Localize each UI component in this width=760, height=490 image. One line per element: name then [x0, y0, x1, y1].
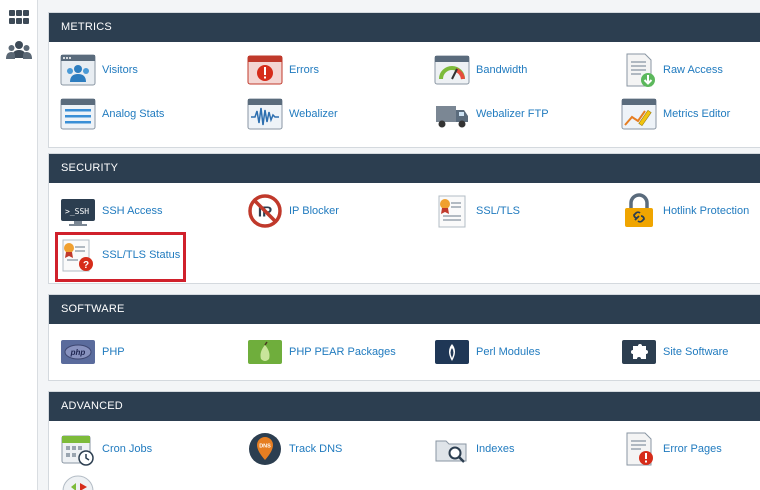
perl-modules-link[interactable]: Perl Modules	[434, 332, 540, 372]
errors-label: Errors	[289, 64, 319, 76]
ssh-access-link[interactable]: >_SSH SSH Access	[60, 191, 163, 231]
error-pages-label: Error Pages	[663, 443, 722, 455]
metrics-editor-icon	[621, 96, 657, 132]
svg-text:?: ?	[83, 260, 89, 271]
visitors-icon	[60, 52, 96, 88]
left-rail	[0, 0, 38, 490]
webalizer-label: Webalizer	[289, 108, 338, 120]
ssh-access-icon: >_SSH	[60, 193, 96, 229]
ip-blocker-link[interactable]: IP IP Blocker	[247, 191, 339, 231]
analog-stats-link[interactable]: Analog Stats	[60, 94, 164, 134]
bandwidth-link[interactable]: Bandwidth	[434, 50, 527, 90]
webalizer-ftp-link[interactable]: Webalizer FTP	[434, 94, 549, 134]
cron-jobs-link[interactable]: Cron Jobs	[60, 429, 152, 469]
error-pages-icon	[621, 431, 657, 467]
php-link[interactable]: php PHP	[60, 332, 125, 372]
users-icon[interactable]	[6, 38, 32, 64]
track-dns-label: Track DNS	[289, 443, 343, 455]
php-label: PHP	[102, 346, 125, 358]
ip-blocker-label: IP Blocker	[289, 205, 339, 217]
partial-next-item[interactable]	[60, 473, 96, 490]
site-software-link[interactable]: Site Software	[621, 332, 728, 372]
ssl-tls-status-icon: ?	[60, 237, 96, 273]
cron-jobs-label: Cron Jobs	[102, 443, 153, 455]
perl-modules-icon	[434, 334, 470, 370]
bandwidth-icon	[434, 52, 470, 88]
errors-link[interactable]: Errors	[247, 50, 319, 90]
raw-access-icon	[621, 52, 657, 88]
webalizer-link[interactable]: Webalizer	[247, 94, 338, 134]
ssl-tls-status-link[interactable]: ? SSL/TLS Status	[60, 235, 180, 275]
security-panel: SECURITY >_SSH SSH Access IP IP Blocker …	[48, 153, 760, 284]
cron-jobs-icon	[60, 431, 96, 467]
indexes-link[interactable]: Indexes	[434, 429, 515, 469]
bandwidth-label: Bandwidth	[476, 64, 528, 76]
ip-blocker-icon: IP	[247, 193, 283, 229]
visitors-link[interactable]: Visitors	[60, 50, 138, 90]
raw-access-label: Raw Access	[663, 64, 723, 76]
ssh-icon-text: >_SSH	[65, 207, 89, 216]
metrics-panel-header: METRICS	[49, 13, 760, 42]
webalizer-ftp-label: Webalizer FTP	[476, 108, 549, 120]
visitors-label: Visitors	[102, 64, 138, 76]
advanced-panel: ADVANCED Cron Jobs DNS Track DNS Indexes…	[48, 391, 760, 490]
hotlink-protection-link[interactable]: Hotlink Protection	[621, 191, 749, 231]
ssl-tls-status-label: SSL/TLS Status	[102, 249, 181, 261]
ssh-access-label: SSH Access	[102, 205, 163, 217]
dns-icon-text: DNS	[259, 444, 271, 450]
site-software-icon	[621, 334, 657, 370]
advanced-panel-header: ADVANCED	[49, 392, 760, 421]
analog-stats-label: Analog Stats	[102, 108, 165, 120]
track-dns-link[interactable]: DNS Track DNS	[247, 429, 342, 469]
svg-text:php: php	[70, 348, 86, 357]
hotlink-protection-label: Hotlink Protection	[663, 205, 750, 217]
site-software-label: Site Software	[663, 346, 729, 358]
software-panel-header: SOFTWARE	[49, 295, 760, 324]
metrics-panel: METRICS Visitors Errors Bandwidth Raw Ac…	[48, 12, 760, 148]
ssl-tls-label: SSL/TLS	[476, 205, 521, 217]
ssl-tls-icon	[434, 193, 470, 229]
php-pear-packages-icon	[247, 334, 283, 370]
indexes-icon	[434, 431, 470, 467]
partial-next-item-icon	[60, 473, 96, 490]
errors-icon	[247, 52, 283, 88]
indexes-label: Indexes	[476, 443, 515, 455]
metrics-editor-link[interactable]: Metrics Editor	[621, 94, 730, 134]
webalizer-ftp-icon	[434, 96, 470, 132]
ssl-tls-link[interactable]: SSL/TLS	[434, 191, 520, 231]
php-pear-packages-link[interactable]: PHP PEAR Packages	[247, 332, 396, 372]
track-dns-icon: DNS	[247, 431, 283, 467]
apps-grid-icon[interactable]	[6, 5, 32, 31]
raw-access-link[interactable]: Raw Access	[621, 50, 723, 90]
security-panel-header: SECURITY	[49, 154, 760, 183]
php-icon: php	[60, 334, 96, 370]
metrics-editor-label: Metrics Editor	[663, 108, 731, 120]
hotlink-protection-icon	[621, 193, 657, 229]
software-panel: SOFTWARE php PHP PHP PEAR Packages Perl …	[48, 294, 760, 381]
php-pear-packages-label: PHP PEAR Packages	[289, 346, 396, 358]
error-pages-link[interactable]: Error Pages	[621, 429, 722, 469]
analog-stats-icon	[60, 96, 96, 132]
perl-modules-label: Perl Modules	[476, 346, 541, 358]
webalizer-icon	[247, 96, 283, 132]
